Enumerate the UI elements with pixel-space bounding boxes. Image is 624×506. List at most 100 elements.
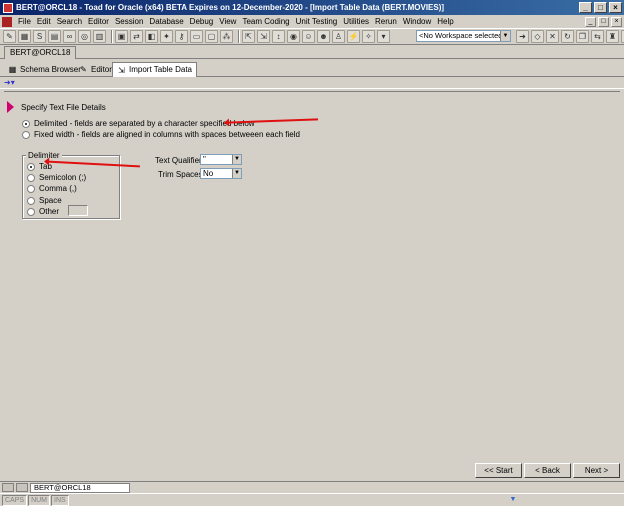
radio-label: Comma (,) [39,184,77,193]
menu-edit[interactable]: Edit [34,17,54,26]
menu-help[interactable]: Help [434,17,456,26]
connection-tab[interactable]: BERT@ORCL18 [4,46,77,59]
tab-import-table-data[interactable]: ⇲ Import Table Data [112,62,197,77]
cancel-icon[interactable]: ✕ [546,30,559,43]
dropdown-icon[interactable]: ▾ [377,30,390,43]
step-title: Specify Text File Details [21,103,106,112]
refresh-icon[interactable]: ↻ [561,30,574,43]
menu-database[interactable]: Database [146,17,186,26]
globe-icon[interactable]: ◉ [287,30,300,43]
menu-session[interactable]: Session [112,17,146,26]
radio-button[interactable] [27,184,35,193]
menu-utilities[interactable]: Utilities [340,17,372,26]
export-icon[interactable]: ⇱ [242,30,255,43]
radio-space[interactable]: Space [27,196,62,205]
graduation-cap-icon[interactable]: ♜ [606,30,619,43]
radio-other[interactable]: Other [27,207,59,216]
binoculars-icon[interactable]: ∞ [63,30,76,43]
tools-icon[interactable]: ✦ [160,30,173,43]
mdi-minimize-button[interactable]: _ [585,16,596,27]
taskbar-connection[interactable]: BERT@ORCL18 [30,482,130,493]
status-bar: CAPS NUM INS ▼ [0,493,624,506]
sort-icon[interactable]: ↕ [272,30,285,43]
other-delimiter-input[interactable] [68,205,88,216]
menu-file[interactable]: File [15,17,34,26]
window-icon[interactable]: ▣ [115,30,128,43]
filter-icon[interactable]: ▼ [508,495,518,505]
wand-icon[interactable]: ✧ [362,30,375,43]
next-button[interactable]: Next > [573,463,620,478]
select-value: " [203,155,206,164]
toad-app-icon[interactable] [3,2,13,13]
radio-button[interactable] [27,162,35,171]
arrow-right-icon[interactable]: ➜ [516,30,529,43]
menu-team-coding[interactable]: Team Coding [239,17,292,26]
back-button[interactable]: < Back [524,463,571,478]
person-icon[interactable]: ☺ [302,30,315,43]
menu-window[interactable]: Window [400,17,434,26]
menu-debug[interactable]: Debug [187,17,217,26]
workspace-select[interactable]: <No Workspace selected> ▼ [416,30,511,42]
menu-view[interactable]: View [216,17,239,26]
radio-semicolon[interactable]: Semicolon (;) [27,173,86,182]
compare-icon[interactable]: ⇄ [130,30,143,43]
key-icon[interactable]: ⚷ [175,30,188,43]
options-arrow-icon[interactable]: ➜▾ [4,78,15,88]
close-button[interactable]: × [609,2,622,13]
step-indicator-icon [7,101,14,113]
radio-label: Delimited - fields are separated by a ch… [34,119,255,128]
menu-rerun[interactable]: Rerun [372,17,400,26]
toolbar-separator [238,30,239,43]
chevron-down-icon[interactable]: ▼ [232,169,241,178]
radio-label: Fixed width - fields are aligned in colu… [34,130,300,139]
menu-unit-testing[interactable]: Unit Testing [293,17,341,26]
folder-icon[interactable]: ▭ [190,30,203,43]
taskbar-minimize-icon[interactable] [2,483,14,492]
radio-fixed-width[interactable]: Fixed width - fields are aligned in colu… [22,130,300,139]
lightning-icon[interactable]: ⚡ [347,30,360,43]
table-icon[interactable]: ▥ [93,30,106,43]
workspace-icon[interactable]: ◇ [531,30,544,43]
mdi-close-button[interactable]: × [611,16,622,27]
radio-button[interactable] [22,130,30,139]
minimize-button[interactable]: _ [579,2,592,13]
radio-button[interactable] [27,207,35,216]
radio-button[interactable] [27,173,35,182]
schema-browser-icon[interactable]: ▦ [18,30,31,43]
menu-search[interactable]: Search [54,17,85,26]
editor-icon[interactable]: ✎ [3,30,16,43]
maximize-button[interactable]: □ [594,2,607,13]
tab-editor[interactable]: ✎ Editor [75,62,116,77]
wizard-panel [4,91,620,458]
user-icon[interactable]: ♙ [332,30,345,43]
grid-icon[interactable]: ▤ [48,30,61,43]
select-value: No [203,169,214,178]
toolbar-separator [111,30,112,43]
radio-delimited[interactable]: Delimited - fields are separated by a ch… [22,119,255,128]
chevron-down-icon[interactable]: ▼ [232,155,241,164]
import-icon[interactable]: ⇲ [257,30,270,43]
person-add-icon[interactable]: ☻ [317,30,330,43]
radio-label: Other [39,207,60,216]
document-icon[interactable] [2,16,12,27]
trim-spaces-select[interactable]: No ▼ [200,168,242,179]
title-bar: BERT@ORCL18 - Toad for Oracle (x64) BETA… [0,0,624,15]
tab-schema-browser[interactable]: ▦ Schema Browser [4,62,85,77]
text-qualifier-select[interactable]: " ▼ [200,154,242,165]
network-icon[interactable]: ⁂ [220,30,233,43]
radio-button[interactable] [27,196,35,205]
radio-button[interactable] [22,119,30,128]
session-icon[interactable]: ◎ [78,30,91,43]
menu-editor[interactable]: Editor [85,17,112,26]
swap-icon[interactable]: ⇆ [591,30,604,43]
form-icon[interactable]: ▢ [205,30,218,43]
copy-icon[interactable]: ❐ [576,30,589,43]
chevron-down-icon[interactable]: ▼ [500,31,510,41]
radio-comma[interactable]: Comma (,) [27,184,77,193]
start-button[interactable]: << Start [475,463,522,478]
script-icon[interactable]: ◧ [145,30,158,43]
taskbar-restore-icon[interactable] [16,483,28,492]
tab-label: Import Table Data [129,65,192,74]
sql-icon[interactable]: S [33,30,46,43]
mdi-restore-button[interactable]: □ [598,16,609,27]
